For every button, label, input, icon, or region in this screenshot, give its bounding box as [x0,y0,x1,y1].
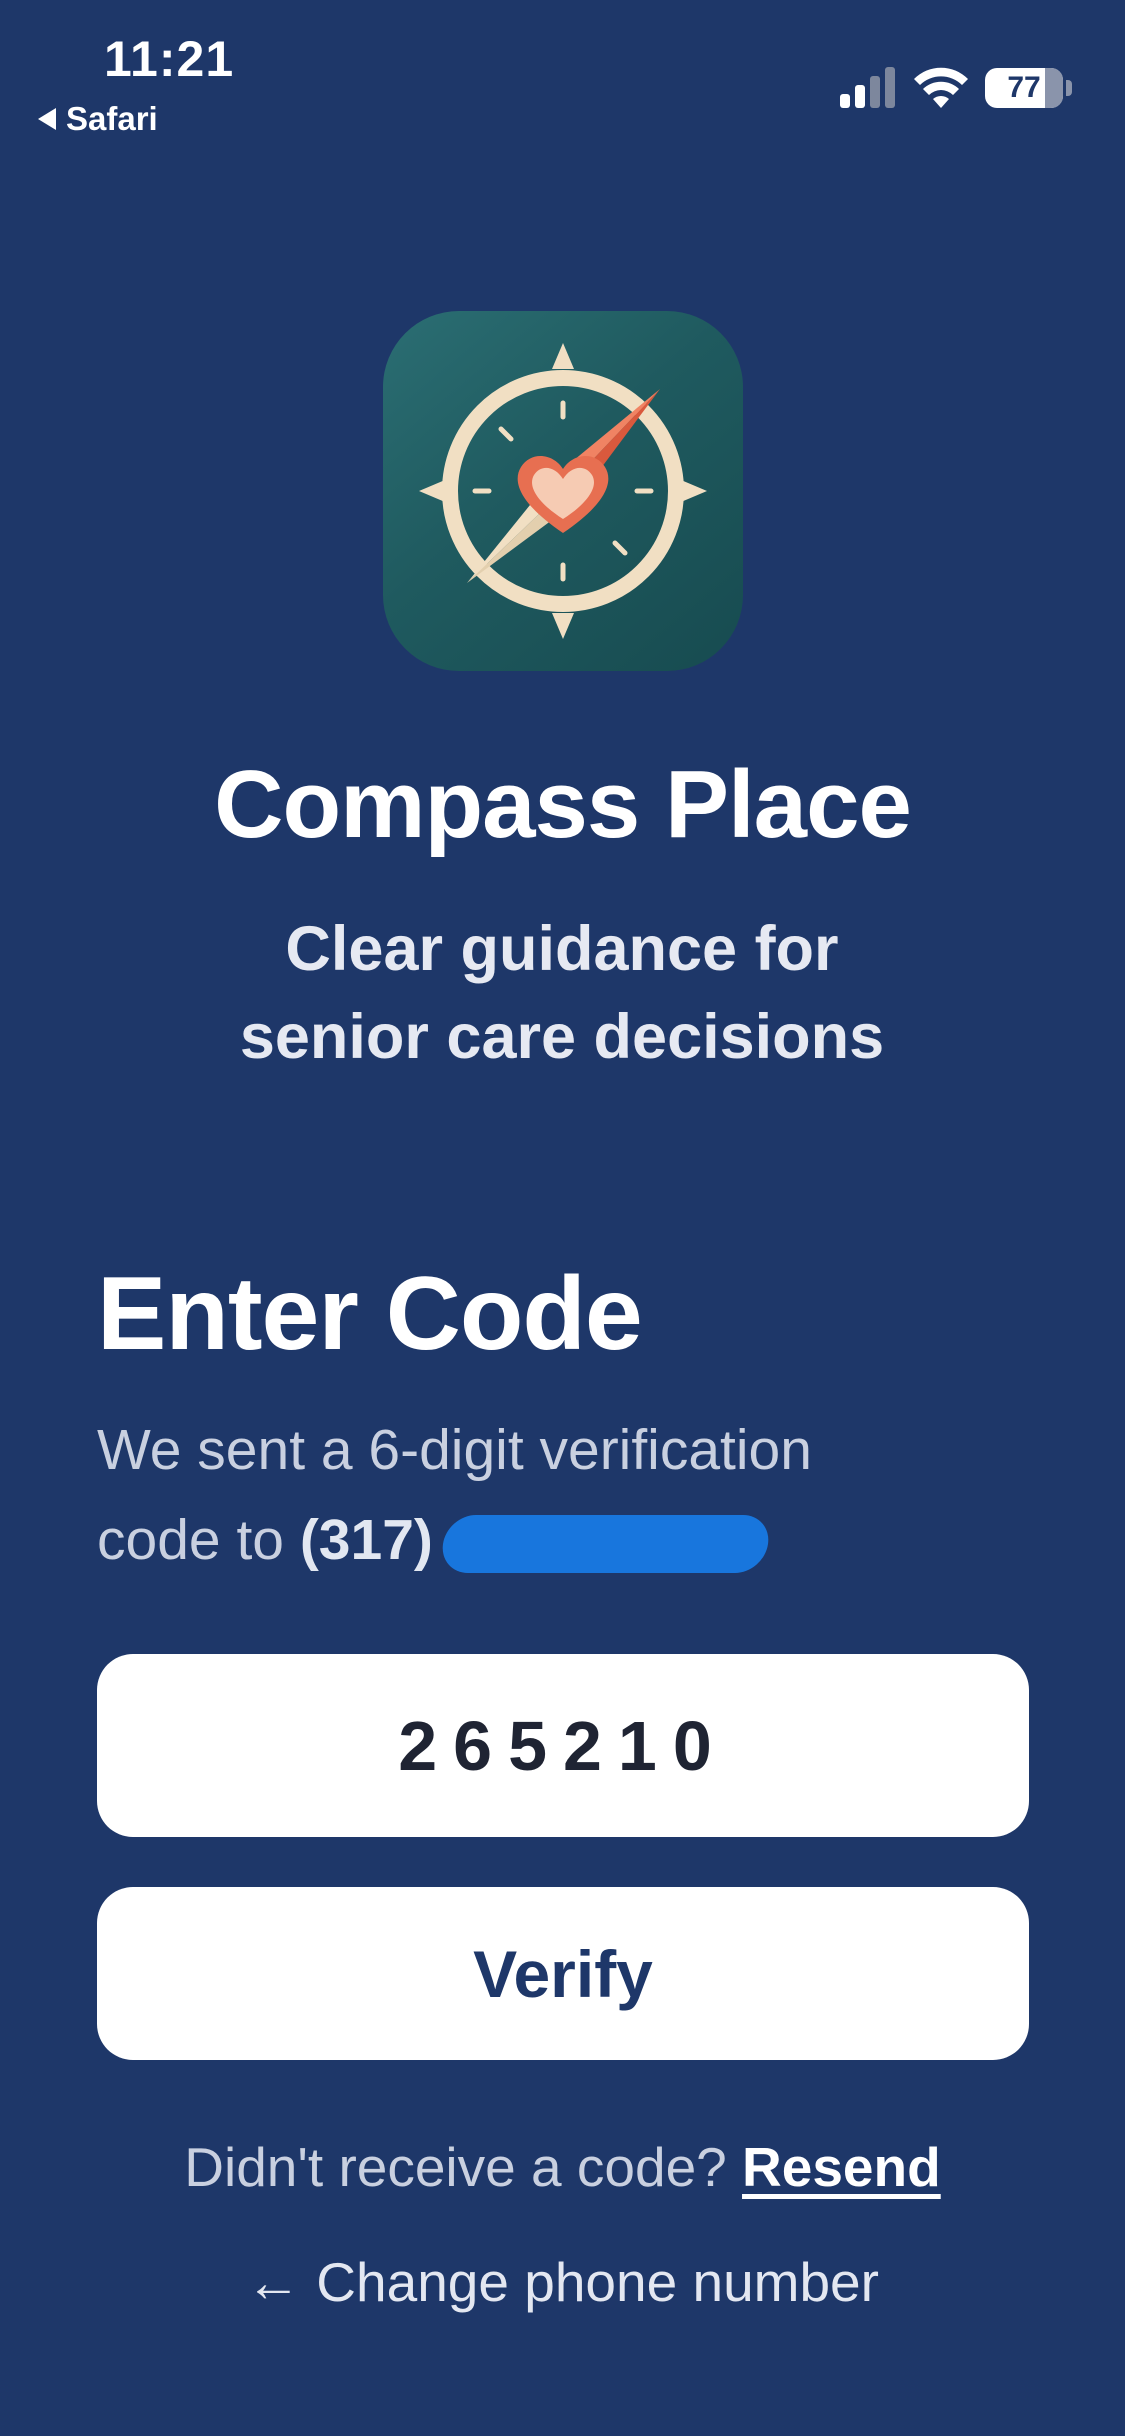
compass-heart-icon [419,343,707,639]
app-tagline: Clear guidance for senior care decisions [162,905,962,1081]
tagline-line-1: Clear guidance for [285,914,839,984]
battery-empty-portion [1045,68,1063,108]
resend-row: Didn't receive a code? Resend [0,2135,1125,2199]
redacted-phone-number [438,1514,772,1573]
instruction-line-1: We sent a 6-digit verification [97,1418,812,1482]
status-time: 11:21 [104,31,235,87]
app-title: Compass Place [214,751,912,858]
cellular-signal-icon [840,67,895,108]
enter-code-heading: Enter Code [97,1256,643,1372]
instruction-prefix: code to [97,1508,300,1572]
resend-link[interactable]: Resend [742,2136,941,2198]
verify-button[interactable]: Verify [97,1887,1029,2060]
instruction-line-2: code to (317) [97,1495,1037,1585]
verification-instructions: We sent a 6-digit verification code to (… [97,1405,1037,1585]
back-arrow-icon [38,108,56,130]
verification-code-input[interactable] [97,1654,1029,1837]
app-logo [383,311,743,671]
battery-level: 77 [1007,71,1041,104]
back-link-label: Safari [66,100,158,137]
battery-indicator: 77 [985,68,1063,108]
wifi-icon [914,67,968,108]
phone-area-code: (317) [299,1508,433,1572]
resend-prompt: Didn't receive a code? [184,2136,727,2198]
back-to-safari-link[interactable]: Safari [38,100,158,138]
change-phone-number-link[interactable]: ← Change phone number [0,2250,1125,2314]
status-bar: 11:21 Safari 77 [0,0,1125,150]
tagline-line-2: senior care decisions [239,1002,885,1072]
battery-tip [1066,80,1072,96]
